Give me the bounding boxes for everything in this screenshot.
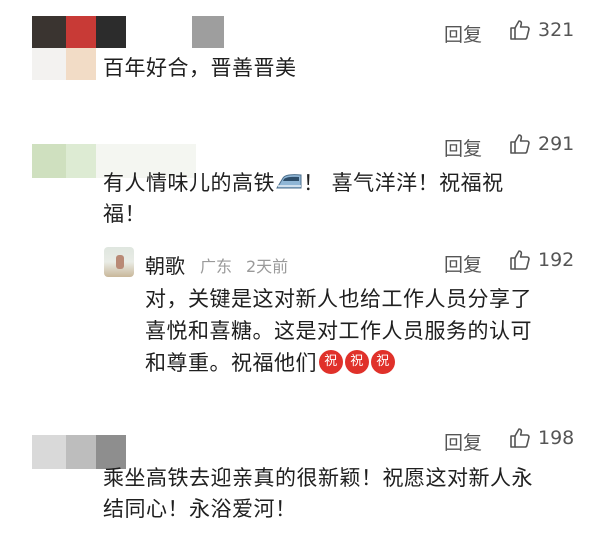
like-count: 198	[538, 427, 575, 449]
like-count: 192	[538, 249, 575, 271]
reply-username[interactable]: 朝歌	[145, 250, 185, 279]
like-button[interactable]: 198	[508, 426, 574, 450]
comment-text: 百年好合，晋善晋美	[103, 56, 297, 80]
comment-text-part: 福！	[103, 202, 146, 226]
comment-text-part: 乘坐高铁去迎亲真的很新颖！祝愿这对新人永	[103, 466, 533, 490]
reply-button[interactable]: 回复	[444, 20, 482, 47]
like-button[interactable]: 192	[508, 248, 574, 272]
reply-button[interactable]: 回复	[444, 428, 482, 455]
reply-text-part: 喜悦和喜糖。这是对工作人员服务的认可	[145, 319, 532, 343]
comment-text-part: 结同心！永浴爱河！	[103, 497, 297, 521]
reply-text-part: 对，关键是这对新人也给工作人员分享了	[145, 287, 532, 311]
like-button[interactable]: 321	[508, 18, 574, 42]
thumbs-up-icon	[510, 250, 530, 270]
thumbs-up-icon	[510, 134, 530, 154]
comment-text: 乘坐高铁去迎亲真的很新颖！祝愿这对新人永 结同心！永浴爱河！	[103, 463, 533, 525]
comment-text-part: ！ 喜气洋洋！祝福祝	[303, 171, 504, 195]
avatar[interactable]	[104, 247, 134, 277]
thumbs-up-icon	[510, 428, 530, 448]
blessing-emoji-icon: 祝	[319, 350, 343, 374]
reply-button[interactable]: 回复	[444, 250, 482, 277]
high-speed-train-emoji-icon	[276, 174, 302, 189]
reply-text-part: 和尊重。祝福他们	[145, 351, 317, 375]
reply-text: 对，关键是这对新人也给工作人员分享了 喜悦和喜糖。这是对工作人员服务的认可 和尊…	[145, 283, 532, 379]
like-button[interactable]: 291	[508, 132, 574, 156]
like-count: 321	[538, 19, 575, 41]
comment-text-part: 有人情味儿的高铁	[103, 171, 275, 195]
like-count: 291	[538, 133, 575, 155]
reply-location: 广东	[200, 257, 233, 276]
thumbs-up-icon	[510, 20, 530, 40]
blessing-emoji-icon: 祝	[371, 350, 395, 374]
reply-time: 2天前	[246, 257, 289, 276]
blessing-emoji-icon: 祝	[345, 350, 369, 374]
reply-button[interactable]: 回复	[444, 134, 482, 161]
comment-text: 有人情味儿的高铁 ！ 喜气洋洋！祝福祝 福！	[103, 168, 504, 230]
